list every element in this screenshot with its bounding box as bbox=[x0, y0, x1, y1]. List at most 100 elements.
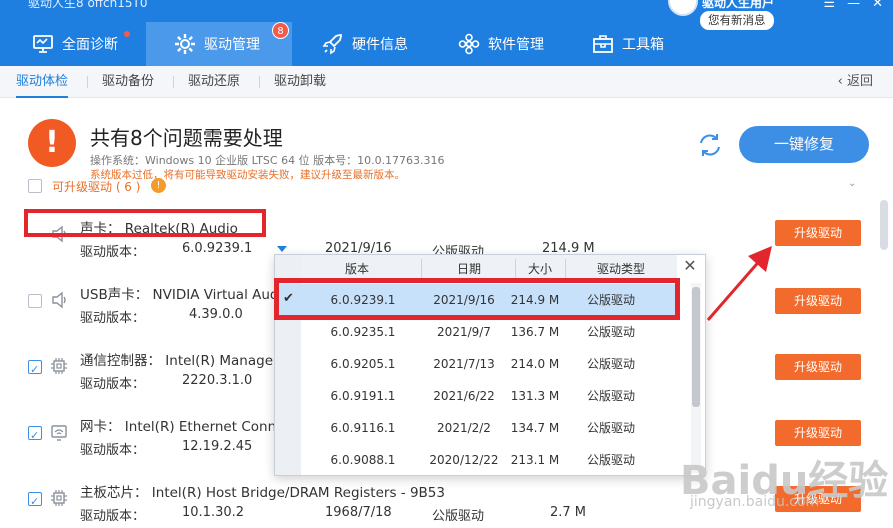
flower-icon bbox=[458, 33, 480, 55]
group-checkbox[interactable] bbox=[28, 179, 42, 193]
version-label: 驱动版本： bbox=[80, 377, 146, 392]
subtab-driver-backup[interactable]: 驱动备份 bbox=[102, 66, 154, 98]
version-row[interactable]: 6.0.9205.1 2021/7/13 214.0 M 公版驱动 bbox=[275, 348, 675, 380]
os-info: 操作系统：Windows 10 企业版 LTSC 64 位 版本号：10.0.1… bbox=[90, 154, 445, 167]
row-date: 2021/9/7 bbox=[437, 325, 491, 339]
avatar[interactable] bbox=[668, 0, 698, 16]
version-label: 驱动版本： bbox=[80, 245, 146, 260]
version-label: 驱动版本： bbox=[80, 509, 146, 524]
driver-name: 主板芯片： Intel(R) Host Bridge/DRAM Register… bbox=[80, 485, 445, 501]
row-version: 6.0.9205.1 bbox=[330, 357, 396, 371]
network-card-icon bbox=[51, 425, 67, 441]
refresh-icon[interactable] bbox=[696, 131, 724, 159]
back-link[interactable]: ‹ 返回 bbox=[838, 66, 873, 98]
nav-tab-software-manage[interactable]: 软件管理 bbox=[438, 22, 584, 66]
nav-badge: 8 bbox=[272, 22, 289, 39]
gear-icon bbox=[175, 34, 195, 54]
toolbox-icon bbox=[593, 35, 613, 53]
nav-tab-toolbox[interactable]: 工具箱 bbox=[584, 22, 730, 66]
info-icon[interactable]: ! bbox=[151, 178, 166, 193]
version-label: 驱动版本： bbox=[80, 311, 146, 326]
row-date: 2020/12/22 bbox=[429, 453, 499, 467]
one-click-fix-button[interactable]: 一键修复 bbox=[739, 126, 869, 163]
notice-dot bbox=[124, 31, 130, 37]
driver-checkbox[interactable] bbox=[28, 492, 42, 506]
row-size: 214.0 M bbox=[510, 357, 560, 371]
popup-scrollbar-thumb[interactable] bbox=[692, 287, 700, 407]
version-value: 2220.3.1.0 bbox=[182, 373, 253, 388]
row-version: 6.0.9235.1 bbox=[330, 325, 396, 339]
close-window-icon[interactable]: ✕ bbox=[872, 0, 883, 11]
nav-tab-label: 驱动管理 bbox=[204, 37, 260, 53]
row-date: 2021/7/13 bbox=[433, 357, 495, 371]
driver-checkbox[interactable] bbox=[28, 360, 42, 374]
top-header: 驱动人生8 offcn15T0 驱动人生用户 您有新消息 ☰ — ✕ 全面诊断 … bbox=[0, 0, 893, 66]
main-nav: 全面诊断 驱动管理 8 硬件信息 软件管理 工具箱 bbox=[0, 22, 730, 66]
alert-icon: ! bbox=[28, 119, 76, 167]
driver-type: 公版驱动 bbox=[432, 509, 485, 524]
back-label: 返回 bbox=[846, 74, 873, 89]
divider bbox=[173, 76, 174, 88]
page-scrollbar-thumb[interactable] bbox=[880, 200, 888, 250]
nav-tab-label: 软件管理 bbox=[488, 37, 544, 53]
row-type: 公版驱动 bbox=[586, 389, 635, 403]
nav-tab-label: 工具箱 bbox=[622, 37, 664, 53]
row-date: 2021/6/22 bbox=[433, 389, 495, 403]
upgrade-driver-button[interactable]: 升级驱动 bbox=[775, 288, 861, 314]
subtab-driver-check[interactable]: 驱动体检 bbox=[16, 66, 69, 98]
group-label: 可升级驱动 ( 6 ) bbox=[52, 180, 141, 194]
app-title: 驱动人生8 offcn15T0 bbox=[28, 0, 148, 10]
upgrade-driver-button[interactable]: 升级驱动 bbox=[775, 220, 861, 246]
chip-icon bbox=[51, 358, 67, 374]
row-type: 公版驱动 bbox=[586, 421, 635, 435]
version-dropdown-icon[interactable] bbox=[277, 246, 287, 252]
driver-date: 1968/7/18 bbox=[325, 505, 392, 520]
annotation-arrow-icon bbox=[706, 246, 772, 321]
chevron-left-icon: ‹ bbox=[837, 74, 847, 89]
version-row[interactable]: 6.0.9191.1 2021/6/22 131.3 M 公版驱动 bbox=[275, 380, 675, 412]
version-value: 12.19.2.45 bbox=[182, 439, 253, 454]
monitor-icon bbox=[33, 35, 53, 53]
driver-size: 2.7 M bbox=[550, 505, 587, 520]
chip-icon bbox=[51, 490, 67, 506]
version-row[interactable]: 6.0.9088.1 2020/12/22 213.1 M 公版驱动 bbox=[275, 444, 675, 476]
version-value: 10.1.30.2 bbox=[182, 505, 245, 520]
menu-icon[interactable]: ☰ bbox=[823, 0, 835, 11]
row-size: 213.1 M bbox=[510, 453, 560, 467]
annotation-highlight-box bbox=[274, 278, 680, 320]
nav-tab-diagnose[interactable]: 全面诊断 bbox=[0, 22, 146, 66]
row-type: 公版驱动 bbox=[586, 453, 635, 467]
version-label: 驱动版本： bbox=[80, 443, 146, 458]
row-size: 131.3 M bbox=[510, 389, 560, 403]
user-name[interactable]: 驱动人生用户 bbox=[702, 0, 774, 11]
subtab-driver-restore[interactable]: 驱动还原 bbox=[188, 66, 240, 98]
row-version: 6.0.9088.1 bbox=[330, 453, 396, 467]
upgrade-driver-button[interactable]: 升级驱动 bbox=[775, 354, 861, 380]
driver-checkbox[interactable] bbox=[28, 294, 42, 308]
window-controls: ☰ — ✕ bbox=[823, 0, 883, 11]
nav-tab-driver-manage[interactable]: 驱动管理 8 bbox=[146, 22, 292, 66]
page-title: 共有8个问题需要处理 bbox=[90, 126, 283, 150]
version-row[interactable]: 6.0.9235.1 2021/9/7 136.7 M 公版驱动 bbox=[275, 316, 675, 348]
subtab-driver-uninstall[interactable]: 驱动卸载 bbox=[274, 66, 326, 98]
version-value: 6.0.9239.1 bbox=[182, 241, 253, 256]
row-version: 6.0.9191.1 bbox=[330, 389, 396, 403]
row-date: 2021/2/2 bbox=[437, 421, 491, 435]
row-type: 公版驱动 bbox=[586, 325, 635, 339]
row-size: 136.7 M bbox=[510, 325, 560, 339]
version-row[interactable]: 6.0.9116.1 2021/2/2 134.7 M 公版驱动 bbox=[275, 412, 675, 444]
driver-checkbox[interactable] bbox=[28, 426, 42, 440]
minimize-icon[interactable]: — bbox=[847, 0, 860, 11]
row-size: 134.7 M bbox=[510, 421, 560, 435]
close-icon[interactable]: ✕ bbox=[681, 257, 699, 275]
nav-tab-hardware-info[interactable]: 硬件信息 bbox=[292, 22, 438, 66]
speaker-icon bbox=[52, 291, 66, 309]
sub-nav: 驱动体检 驱动备份 驱动还原 驱动卸载 ‹ 返回 bbox=[0, 66, 893, 98]
row-version: 6.0.9116.1 bbox=[330, 421, 396, 435]
version-value: 4.39.0.0 bbox=[189, 307, 243, 322]
nav-tab-label: 全面诊断 bbox=[62, 37, 118, 53]
divider bbox=[421, 259, 422, 279]
upgrade-driver-button[interactable]: 升级驱动 bbox=[775, 420, 861, 446]
annotation-highlight-box bbox=[24, 209, 266, 237]
chevron-down-icon[interactable]: ⌄ bbox=[848, 178, 856, 189]
